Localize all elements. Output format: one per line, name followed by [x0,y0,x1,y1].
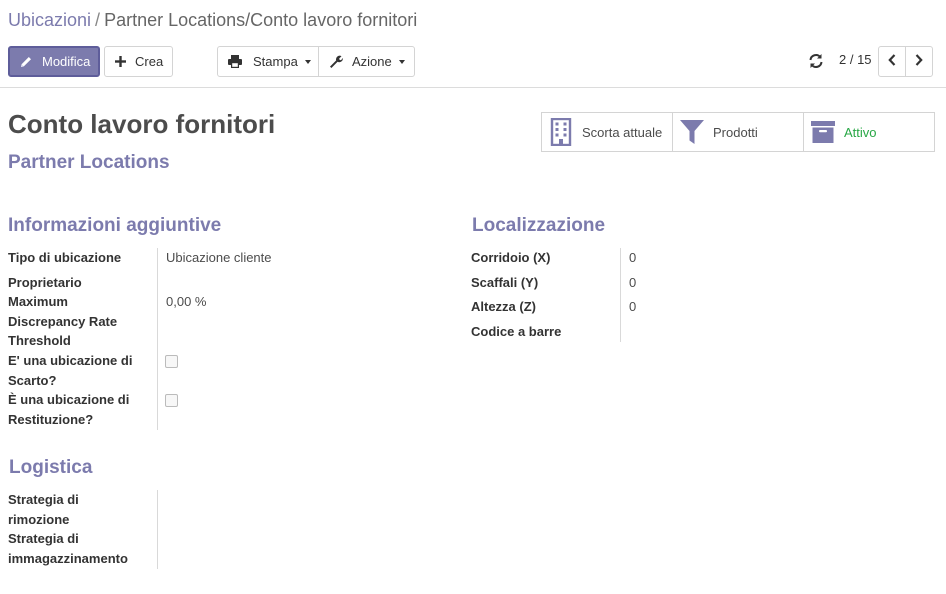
active-toggle-button[interactable]: Attivo [804,113,934,151]
smart-button-box: Scorta attuale Prodotti Attivo [541,112,935,152]
owner-label: Proprietario [8,275,82,290]
pager-next-button[interactable] [905,46,933,77]
field-divider [620,248,621,342]
corridor-value: 0 [629,250,637,265]
print-icon [228,55,242,68]
breadcrumb-current: Partner Locations/Conto lavoro fornitori [104,10,418,30]
max-discrepancy-value: 0,00 % [166,294,207,309]
barcode-label: Codice a barre [471,324,562,339]
removal-strategy-label: Strategia di rimozione [8,492,79,527]
return-location-checkbox[interactable] [165,394,178,407]
breadcrumb: Ubicazioni / Partner Locations/Conto lavor… [8,10,417,31]
caret-down-icon [304,60,311,64]
control-panel: Ubicazioni / Partner Locations/Conto lavor… [0,0,946,88]
return-location-label: È una ubicazione di Restituzione? [8,392,130,427]
record-title: Conto lavoro fornitori [8,109,276,139]
chevron-right-icon [915,54,923,69]
corridor-label: Corridoio (X) [471,250,551,265]
pencil-icon [19,55,33,69]
shelves-value: 0 [629,275,637,290]
create-button[interactable]: Crea [104,46,173,77]
filter-icon [675,113,709,151]
pager-previous-button[interactable] [878,46,906,77]
create-button-label: Crea [135,54,164,69]
shelves-label: Scaffali (Y) [471,275,539,290]
location-type-label: Tipo di ubicazione [8,250,122,265]
height-label: Altezza (Z) [471,299,536,314]
edit-button-label: Modifica [42,54,91,69]
scrap-location-checkbox[interactable] [165,355,178,368]
action-dropdown-button[interactable]: Azione [318,46,415,77]
breadcrumb-parent-link[interactable]: Ubicazioni [8,10,91,30]
print-button-label: Stampa [253,54,298,69]
scrap-location-label: E' una ubicazione di Scarto? [8,353,133,388]
products-label: Prodotti [713,124,758,140]
current-stock-button[interactable]: Scorta attuale [542,113,673,151]
pager-value[interactable]: 2 / 15 [839,52,872,67]
active-label: Attivo [844,124,877,140]
plus-icon [115,56,126,67]
putaway-strategy-label: Strategia di immagazzinamento [8,531,128,566]
edit-button[interactable]: Modifica [8,46,100,77]
archive-icon [806,113,840,151]
breadcrumb-separator: / [95,10,101,30]
wrench-icon [329,55,343,69]
field-divider [157,490,158,569]
field-divider [157,248,158,430]
refresh-icon[interactable] [808,53,824,69]
section-title-logistics: Logistica [9,457,93,478]
products-button[interactable]: Prodotti [673,113,804,151]
action-button-label: Azione [352,54,392,69]
height-value: 0 [629,299,637,314]
section-title-additional-info: Informazioni aggiuntive [8,215,222,236]
max-discrepancy-label: Maximum Discrepancy Rate Threshold [8,294,118,348]
chevron-left-icon [888,54,896,69]
location-type-value: Ubicazione cliente [166,250,272,265]
current-stock-label: Scorta attuale [582,124,663,140]
print-dropdown-button[interactable]: Stampa [217,46,319,77]
section-title-localization: Localizzazione [472,215,606,236]
building-icon [544,113,578,151]
parent-location-link[interactable]: Partner Locations [8,152,170,174]
caret-down-icon [398,60,405,64]
